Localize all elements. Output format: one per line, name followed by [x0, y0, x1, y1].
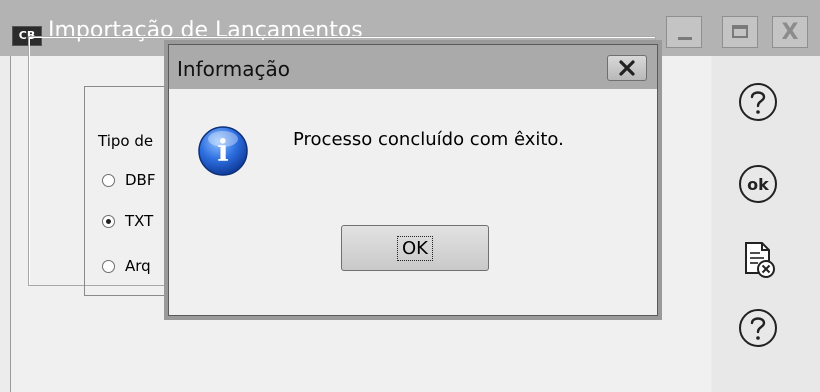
cancel-document-icon: [745, 242, 775, 278]
information-dialog: Informação i Processo concluído com êxit…: [168, 44, 658, 316]
radio-option-txt[interactable]: TXT: [102, 212, 153, 230]
radio-label: TXT: [125, 212, 154, 230]
radio-label: Arq: [125, 257, 151, 275]
radio-button-icon[interactable]: [102, 259, 115, 273]
ok-button-label: OK: [397, 235, 433, 261]
radio-option-dbf[interactable]: DBF: [102, 171, 155, 189]
cancel-document-button[interactable]: [736, 238, 780, 282]
radio-option-arq[interactable]: Arq: [102, 257, 151, 275]
ok-icon-text: ok: [747, 174, 769, 194]
close-icon: [619, 60, 635, 76]
dialog-titlebar[interactable]: Informação: [169, 45, 657, 89]
ok-button[interactable]: OK: [341, 225, 489, 271]
dialog-title: Informação: [177, 57, 290, 81]
help-icon: [739, 309, 777, 347]
radio-label: DBF: [125, 171, 156, 189]
help-button[interactable]: [736, 80, 780, 124]
radio-button-icon[interactable]: [102, 173, 115, 187]
info-icon: i: [197, 125, 249, 177]
help-button-secondary[interactable]: [736, 306, 780, 350]
close-icon: X: [781, 19, 799, 45]
maximize-icon: [732, 25, 748, 38]
minimize-icon: [678, 37, 692, 40]
file-type-legend: Tipo de: [96, 132, 156, 150]
info-icon-letter: i: [217, 133, 229, 169]
help-icon: [739, 83, 777, 121]
close-button[interactable]: X: [772, 16, 808, 48]
dialog-message: Processo concluído com êxito.: [293, 129, 564, 150]
dialog-close-button[interactable]: [607, 55, 647, 81]
radio-button-checked-icon[interactable]: [102, 214, 115, 228]
ok-toolbar-button[interactable]: ok: [736, 162, 780, 206]
maximize-button[interactable]: [722, 16, 758, 48]
minimize-button[interactable]: [666, 16, 702, 48]
